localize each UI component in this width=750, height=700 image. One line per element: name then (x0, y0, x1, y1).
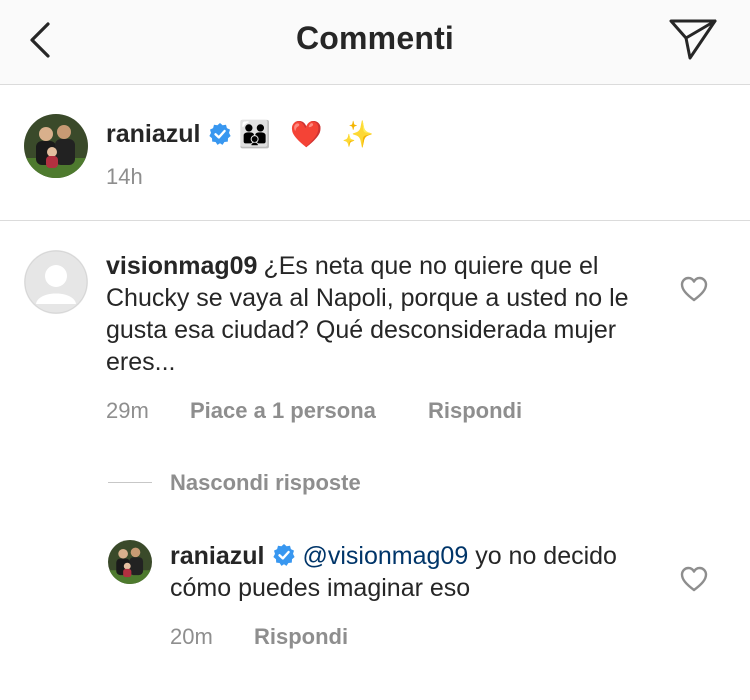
verified-badge-icon (273, 544, 296, 566)
likes-count[interactable]: Piace a 1 persona (190, 398, 376, 424)
page-title: Commenti (295, 20, 455, 56)
reply-username[interactable]: raniazul (170, 542, 264, 570)
hide-replies-button[interactable]: Nascondi risposte (170, 470, 361, 496)
profile-photo (24, 114, 88, 178)
comment-body: visionmag09 ¿Es neta que no quiere que el… (106, 250, 646, 378)
comment-time: 29m (106, 398, 149, 423)
heart-icon[interactable] (680, 276, 708, 302)
username[interactable]: raniazul (106, 120, 200, 149)
divider (0, 220, 750, 221)
heart-icon[interactable] (680, 566, 708, 592)
caption: raniazul 👪 ❤️ ✨ (106, 114, 380, 154)
avatar[interactable] (108, 540, 152, 584)
paper-plane-icon[interactable] (668, 16, 718, 62)
default-avatar-icon[interactable] (24, 250, 88, 314)
top-bar: Commenti (0, 0, 750, 85)
hide-replies-line (108, 482, 152, 483)
mention-link[interactable]: @visionmag09 (302, 542, 468, 570)
comment-username[interactable]: visionmag09 (106, 252, 257, 280)
avatar[interactable] (24, 114, 88, 178)
caption-emojis: 👪 ❤️ ✨ (238, 118, 381, 149)
verified-badge-icon (209, 123, 232, 145)
reply-button[interactable]: Rispondi (428, 398, 522, 424)
profile-photo (108, 540, 152, 584)
reply-body: raniazul @visionmag09 yo no decido cómo … (170, 540, 640, 604)
timestamp: 14h (106, 164, 143, 189)
reply-button[interactable]: Rispondi (254, 624, 348, 650)
reply-time: 20m (170, 624, 213, 649)
